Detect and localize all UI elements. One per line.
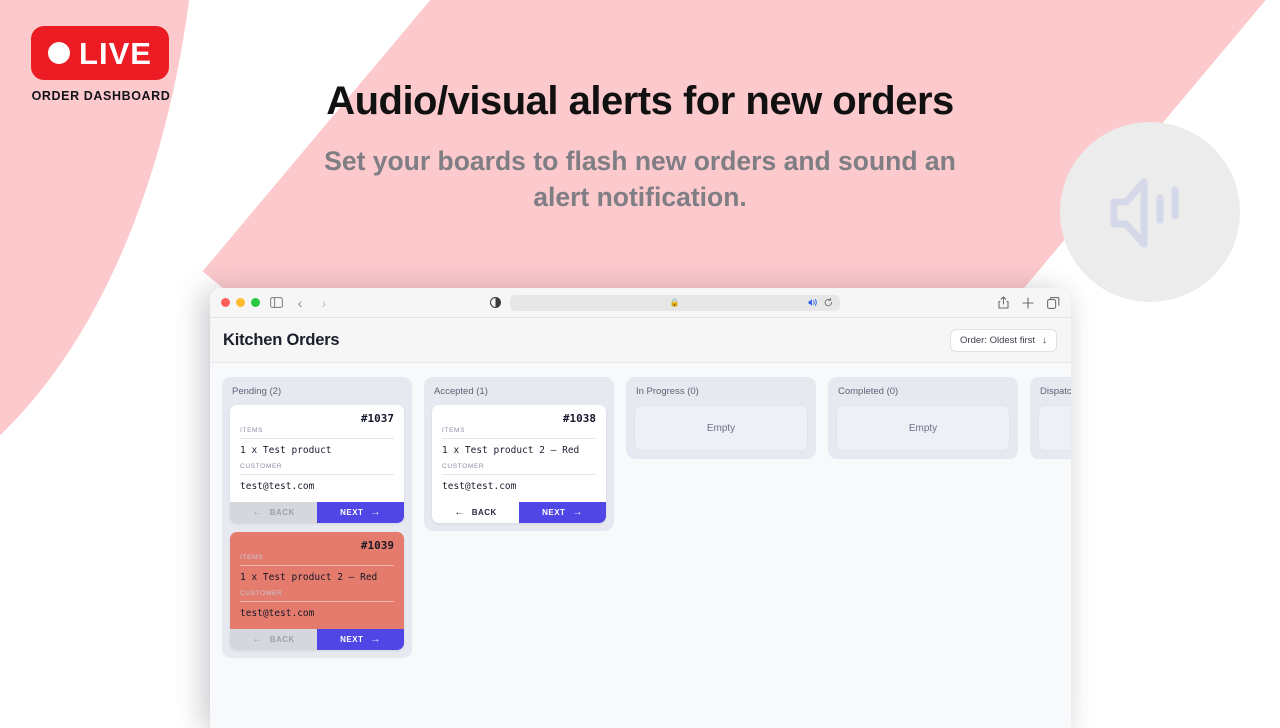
app-header: Kitchen Orders Order: Oldest first ↓ — [210, 318, 1071, 363]
browser-window: ‹ › 🔒 Kitchen Orders Order: Oldest first… — [210, 288, 1071, 728]
plus-icon[interactable] — [1022, 296, 1034, 309]
app-title: Kitchen Orders — [223, 330, 340, 349]
arrow-right-icon: → — [572, 506, 583, 518]
empty-placeholder: Empty — [634, 405, 808, 451]
order-card-body: #1039 ITEMS 1 x Test product 2 — Red CUSTOM… — [230, 532, 404, 629]
column-title: In Progress (0) — [636, 386, 699, 397]
address-bar-area: 🔒 — [341, 294, 988, 312]
order-card-actions: ← BACK NEXT → — [230, 629, 404, 650]
back-button-label: BACK — [471, 508, 497, 517]
arrow-right-icon: → — [370, 633, 381, 645]
live-pill: LIVE — [31, 26, 169, 80]
tab-overview-icon[interactable] — [1047, 296, 1060, 309]
items-label: ITEMS — [240, 554, 394, 566]
share-icon[interactable] — [998, 296, 1009, 309]
sort-order-button[interactable]: Order: Oldest first ↓ — [950, 328, 1057, 352]
reload-icon[interactable] — [824, 294, 833, 312]
browser-toolbar-right — [998, 296, 1060, 309]
back-icon[interactable]: ‹ — [293, 296, 307, 310]
page-subtitle: Set your boards to flash new orders and … — [324, 146, 956, 212]
order-number: #1039 — [360, 539, 394, 552]
order-card[interactable]: #1039 ITEMS 1 x Test product 2 — Red CUSTOM… — [230, 532, 404, 650]
zoom-window-button[interactable] — [251, 298, 260, 307]
back-button: ← BACK — [230, 502, 317, 523]
live-dot-icon — [48, 42, 71, 64]
next-button-label: NEXT — [340, 635, 364, 644]
column-title: Accepted (1) — [434, 386, 488, 397]
kanban-board: Pending (2) #1037 ITEMS 1 x Test product CUS… — [210, 363, 1071, 728]
items-value: 1 x Test product 2 — Red — [240, 572, 378, 583]
next-button-label: NEXT — [340, 508, 364, 517]
board-column: Completed (0) Empty — [828, 377, 1018, 459]
customer-label: CUSTOMER — [240, 463, 394, 475]
speaker-playing-icon[interactable] — [808, 294, 818, 312]
live-badge: LIVE ORDER DASHBOARD — [31, 26, 171, 103]
arrow-right-icon: → — [370, 506, 381, 518]
window-controls[interactable] — [221, 298, 260, 307]
next-button[interactable]: NEXT → — [519, 502, 606, 523]
live-label: LIVE — [79, 35, 152, 71]
back-button-label: BACK — [269, 635, 295, 644]
empty-placeholder: Empty — [836, 405, 1010, 451]
address-bar-icons — [808, 294, 833, 312]
arrow-left-icon: ← — [454, 506, 465, 518]
order-card-body: #1038 ITEMS 1 x Test product 2 — Red CUSTOM… — [432, 405, 606, 502]
items-label: ITEMS — [240, 427, 394, 439]
items-label: ITEMS — [442, 427, 596, 439]
minimize-window-button[interactable] — [236, 298, 245, 307]
order-number: #1037 — [360, 412, 394, 425]
back-button[interactable]: ← BACK — [432, 502, 519, 523]
order-card-actions: ← BACK NEXT → — [230, 502, 404, 523]
back-button-label: BACK — [269, 508, 295, 517]
close-window-button[interactable] — [221, 298, 230, 307]
customer-label: CUSTOMER — [442, 463, 596, 475]
browser-titlebar: ‹ › 🔒 — [210, 288, 1071, 318]
customer-value: test@test.com — [240, 481, 315, 492]
board-column: Accepted (1) #1038 ITEMS 1 x Test product 2… — [424, 377, 614, 531]
hero-section: Audio/visual alerts for new orders Set y… — [0, 78, 1280, 216]
items-value: 1 x Test product — [240, 445, 332, 456]
sidebar-toggle-icon[interactable] — [270, 297, 283, 308]
next-button-label: NEXT — [542, 508, 566, 517]
arrow-down-icon: ↓ — [1042, 334, 1047, 346]
lock-icon: 🔒 — [669, 298, 680, 307]
next-button[interactable]: NEXT → — [317, 629, 404, 650]
next-button[interactable]: NEXT → — [317, 502, 404, 523]
column-title: Completed (0) — [838, 386, 899, 397]
order-number: #1038 — [562, 412, 596, 425]
live-subtitle: ORDER DASHBOARD — [31, 89, 171, 103]
customer-label: CUSTOMER — [240, 590, 394, 602]
customer-value: test@test.com — [240, 608, 315, 619]
order-card-body: #1037 ITEMS 1 x Test product CUSTOMER test@t… — [230, 405, 404, 502]
column-title: Pending (2) — [232, 386, 282, 397]
arrow-left-icon: ← — [252, 506, 263, 518]
board-column: Dispatched (0) Empty — [1030, 377, 1071, 459]
back-button: ← BACK — [230, 629, 317, 650]
order-card[interactable]: #1037 ITEMS 1 x Test product CUSTOMER test@t… — [230, 405, 404, 523]
url-input[interactable]: 🔒 — [509, 294, 840, 312]
items-value: 1 x Test product 2 — Red — [442, 445, 580, 456]
forward-icon[interactable]: › — [317, 296, 331, 310]
board-column: Pending (2) #1037 ITEMS 1 x Test product CUS… — [222, 377, 412, 658]
column-title: Dispatched (0) — [1040, 386, 1071, 397]
order-card-actions: ← BACK NEXT → — [432, 502, 606, 523]
customer-value: test@test.com — [442, 481, 517, 492]
page-title: Audio/visual alerts for new orders — [326, 79, 954, 123]
contrast-icon[interactable] — [489, 297, 501, 308]
sort-order-label: Order: Oldest first — [960, 334, 1035, 346]
order-card[interactable]: #1038 ITEMS 1 x Test product 2 — Red CUSTOM… — [432, 405, 606, 523]
empty-placeholder: Empty — [1038, 405, 1071, 451]
board-column: In Progress (0) Empty — [626, 377, 816, 459]
arrow-left-icon: ← — [252, 633, 263, 645]
